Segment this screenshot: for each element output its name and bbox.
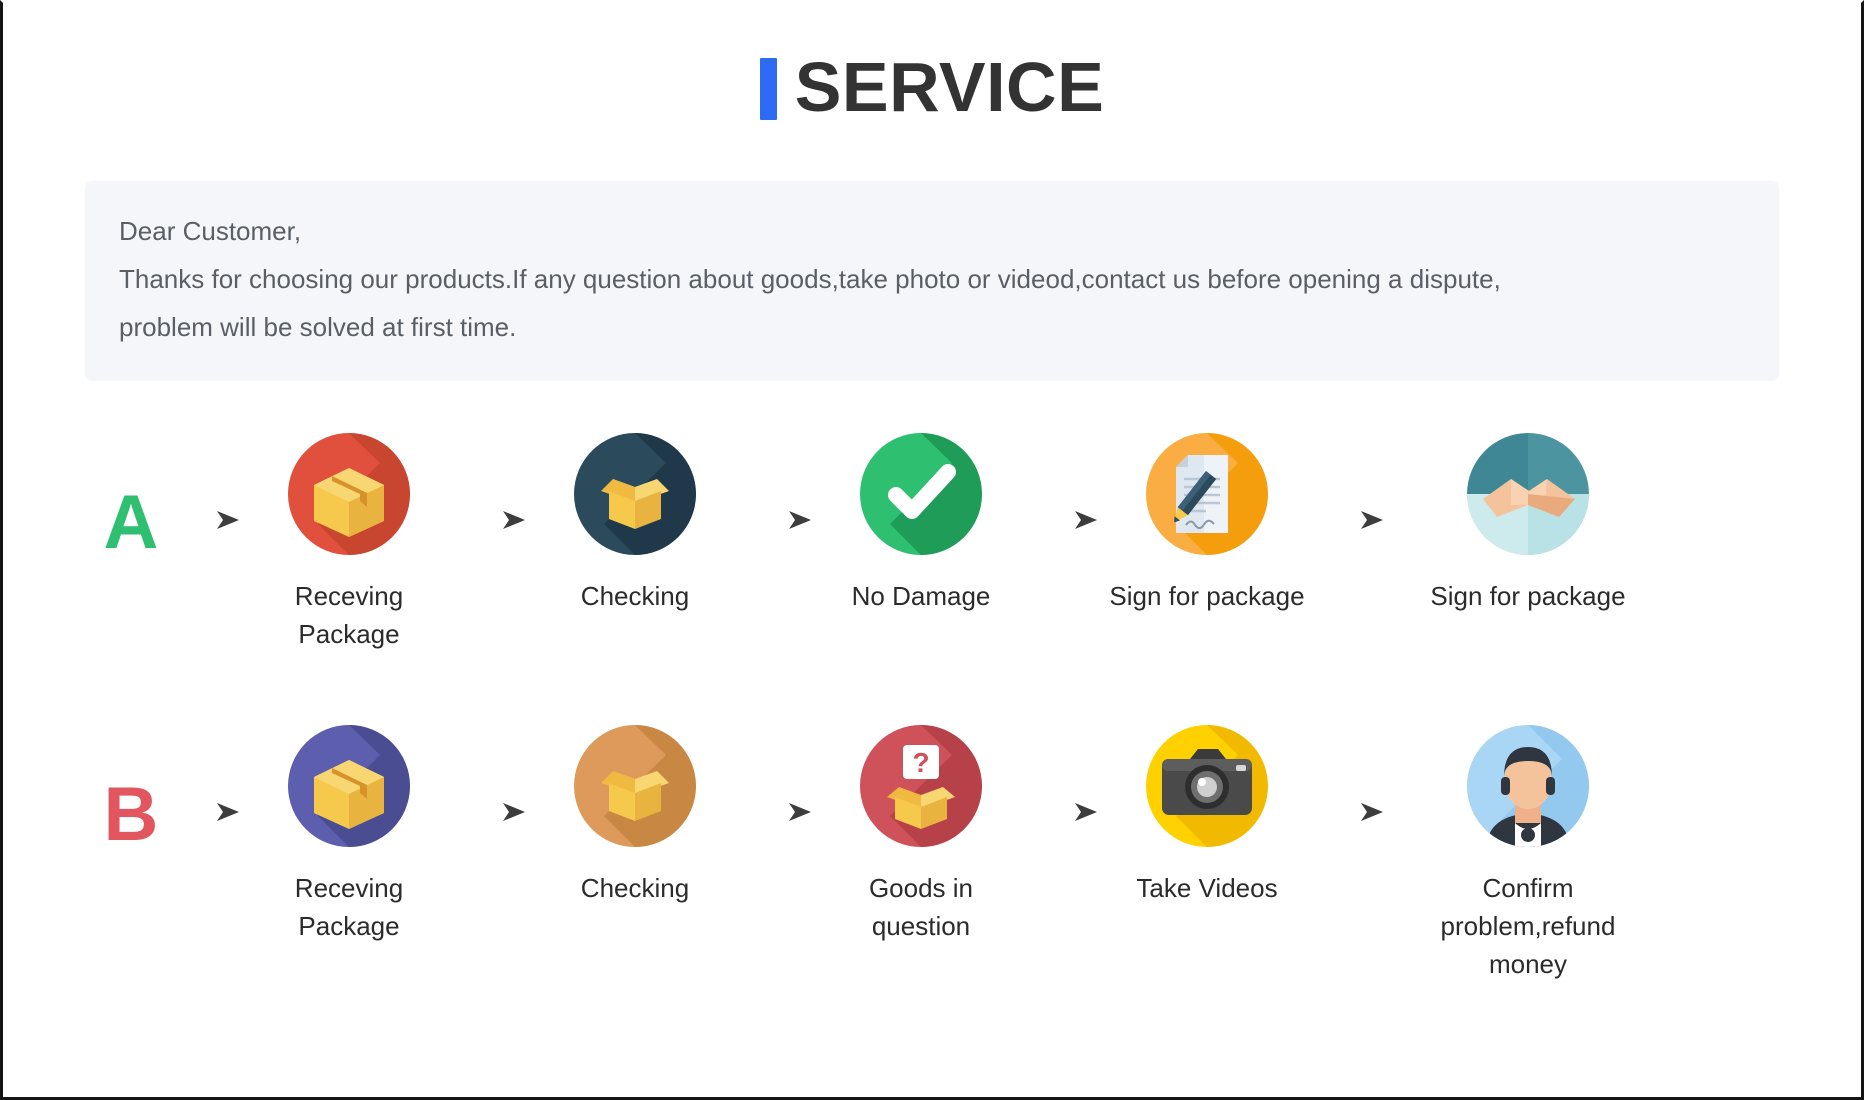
camera-icon — [1146, 725, 1268, 847]
title-accent-bar — [759, 58, 777, 120]
flow-step-label: Goods in question — [868, 873, 974, 941]
right-arrow-icon — [735, 801, 821, 823]
customer-notice-box: Dear Customer, Thanks for choosing our p… — [85, 181, 1779, 381]
closed-box-icon — [288, 433, 410, 555]
page-title: SERVICE — [3, 41, 1861, 133]
flow-step-label: Confirm problem,refund money — [1440, 873, 1616, 979]
document-pen-icon — [1146, 433, 1268, 555]
flow-step-label: Receving Package — [294, 581, 404, 649]
flow-step: Receving Package — [249, 725, 449, 945]
flow-step: Receving Package — [249, 433, 449, 653]
right-arrow-icon — [1307, 801, 1393, 823]
flow-step-label: Receving Package — [294, 873, 404, 941]
flow-row-a: A Receving Package Checking No Damage Si… — [3, 433, 1861, 653]
right-arrow-icon — [449, 509, 535, 531]
notice-line-1: Dear Customer, — [119, 216, 302, 246]
flow-row-b: B Receving Package Checking ? Goods in q… — [3, 725, 1861, 983]
flow-step-label: Take Videos — [1136, 873, 1278, 903]
service-page: SERVICE Dear Customer, Thanks for choosi… — [0, 0, 1864, 1100]
support-agent-icon — [1467, 725, 1589, 847]
svg-text:?: ? — [912, 747, 929, 778]
flow-label-b: B — [103, 772, 159, 857]
flow-step: Checking — [535, 433, 735, 615]
question-box-icon: ? — [860, 725, 982, 847]
handshake-icon — [1467, 433, 1589, 555]
right-arrow-icon — [735, 509, 821, 531]
right-arrow-icon — [449, 801, 535, 823]
flow-step-label: No Damage — [851, 581, 991, 611]
flow-step-label: Sign for package — [1430, 581, 1626, 611]
notice-line-3: problem will be solved at first time. — [119, 312, 517, 342]
notice-line-2: Thanks for choosing our products.If any … — [119, 264, 1501, 294]
flow-step: Sign for package — [1393, 433, 1663, 615]
flow-step: Confirm problem,refund money — [1393, 725, 1663, 983]
flow-step: Sign for package — [1107, 433, 1307, 615]
check-mark-icon — [860, 433, 982, 555]
right-arrow-icon — [163, 801, 249, 823]
page-title-text: SERVICE — [794, 48, 1105, 126]
right-arrow-icon — [1307, 509, 1393, 531]
open-box-icon — [574, 433, 696, 555]
right-arrow-icon — [1021, 801, 1107, 823]
flow-step-label: Checking — [580, 581, 690, 611]
flow-step-label: Sign for package — [1109, 581, 1305, 611]
flow-step: Checking — [535, 725, 735, 907]
flow-step-label: Checking — [580, 873, 690, 903]
right-arrow-icon — [1021, 509, 1107, 531]
closed-box-icon — [288, 725, 410, 847]
flow-label-a: A — [103, 480, 159, 565]
flow-step: No Damage — [821, 433, 1021, 615]
open-box-icon — [574, 725, 696, 847]
flow-step: ? Goods in question — [821, 725, 1021, 945]
flow-step: Take Videos — [1107, 725, 1307, 907]
right-arrow-icon — [163, 509, 249, 531]
